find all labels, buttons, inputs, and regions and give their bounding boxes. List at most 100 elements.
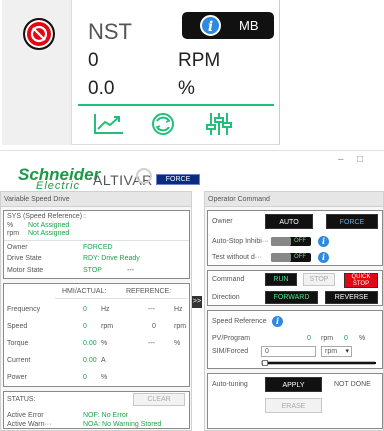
command-label: Command <box>212 276 245 283</box>
speed-slider[interactable] <box>261 360 376 366</box>
current-label: Current <box>7 357 31 364</box>
sys-value-pct: Not Assigned <box>28 222 70 229</box>
frequency-label: Frequency <box>7 306 41 313</box>
power-label: Power <box>7 374 27 381</box>
frequency-unit: Hz <box>101 306 110 313</box>
active-error-value: NOF: No Error <box>83 412 129 419</box>
hmi-header: HMI/ACTUAL: <box>62 288 107 295</box>
emergency-stop-button[interactable] <box>23 18 55 50</box>
chevron-down-icon: ▾ <box>345 348 349 355</box>
clear-button[interactable]: CLEAR <box>133 393 185 406</box>
divider <box>55 298 187 299</box>
power-icon <box>136 168 152 184</box>
settings-sliders-icon[interactable] <box>202 110 236 138</box>
owner-label: Owner <box>7 244 28 251</box>
stop-button[interactable]: STOP <box>303 273 335 286</box>
sim-forced-label: SIM/Forced <box>212 348 249 355</box>
torque-value: 0.00 <box>83 340 97 347</box>
load-unit: % <box>178 78 195 99</box>
auto-button[interactable]: AUTO <box>265 214 313 229</box>
frequency-ref: --- <box>148 306 155 313</box>
active-warning-value: NOA: No Warning Stored <box>83 421 162 428</box>
vsd-section-title: Variable Speed Drive <box>1 192 191 207</box>
frequency-ref-unit: Hz <box>174 306 183 313</box>
autotuning-status: NOT DONE <box>334 381 371 388</box>
widget-title: NST <box>88 19 132 44</box>
sys-title: SYS (Speed Reference) : <box>7 213 86 220</box>
speed-unit: RPM <box>178 50 221 71</box>
auto-stop-label: Auto-Stop Inhibi··· <box>212 238 269 245</box>
forward-button[interactable]: FORWARD <box>265 291 318 304</box>
sim-unit-value: rpm <box>325 348 338 355</box>
erase-button[interactable]: ERASE <box>265 398 322 413</box>
power-unit: % <box>101 374 108 381</box>
drive-state-value: RDY: Drive Ready <box>83 255 140 262</box>
slider-thumb[interactable] <box>262 360 268 366</box>
info-icon: i <box>200 15 221 36</box>
drive-info-box: SYS (Speed Reference) : % Not Assigned r… <box>3 210 190 279</box>
quick-stop-button[interactable]: QUICK STOP <box>344 273 378 288</box>
toggle-knob <box>271 253 291 262</box>
owner-label: Owner <box>212 218 233 225</box>
command-box: Command RUN STOP QUICK STOP Direction FO… <box>207 270 383 306</box>
apply-button[interactable]: APPLY <box>265 377 322 392</box>
speed-reference-box: Speed Reference i PV/Program 0 rpm 0 % S… <box>207 310 383 369</box>
collapse-panel-button[interactable]: >> <box>192 296 202 308</box>
widget-divider <box>78 104 274 106</box>
force-button[interactable]: FORCE <box>326 214 378 229</box>
ref-header: REFERENCE: <box>126 288 172 295</box>
test-without-label: Test without d··· <box>212 254 262 261</box>
active-error-label: Active Error <box>7 412 44 419</box>
info-icon[interactable]: i <box>272 316 283 327</box>
sys-unit-pct: % <box>7 222 14 229</box>
torque-ref-unit: % <box>174 340 181 347</box>
direction-label: Direction <box>212 294 240 301</box>
operator-section-title: Operator Command <box>205 192 383 207</box>
pv-value: 0 <box>307 335 311 342</box>
info-badge-label: MB <box>239 18 259 33</box>
reverse-button[interactable]: REVERSE <box>325 291 378 304</box>
trend-chart-icon[interactable] <box>92 110 126 136</box>
operator-command-section: Operator Command Owner AUTO FORCE Auto-S… <box>204 191 384 431</box>
maximize-button[interactable]: □ <box>357 154 363 165</box>
pv-percent-unit: % <box>359 335 366 342</box>
current-unit: A <box>101 357 106 364</box>
run-button[interactable]: RUN <box>265 273 297 286</box>
sim-forced-value: 0 <box>265 348 269 355</box>
frequency-value: 0 <box>83 306 87 313</box>
test-without-toggle[interactable]: OFF <box>271 253 311 262</box>
sim-unit-select[interactable]: rpm ▾ <box>321 346 352 357</box>
owner-box: Owner AUTO FORCE Auto-Stop Inhibi··· OFF… <box>207 210 383 266</box>
motor-state-label: Motor State <box>7 267 44 274</box>
pv-program-label: PV/Program <box>212 335 251 342</box>
torque-unit: % <box>101 340 108 347</box>
cycle-icon[interactable] <box>146 110 180 138</box>
speed-ref: 0 <box>152 323 156 330</box>
auto-stop-toggle[interactable]: OFF <box>271 237 311 246</box>
speed-value: 0 <box>88 50 99 71</box>
altivar-panel: – □ Schneider Electric ALTIVAR FORCE Var… <box>0 150 384 431</box>
current-value: 0.00 <box>83 357 97 364</box>
measures-box: HMI/ACTUAL: REFERENCE: Frequency 0 Hz --… <box>3 283 190 387</box>
info-badge[interactable]: i MB <box>182 12 274 39</box>
info-icon[interactable]: i <box>318 236 329 247</box>
stop-sign-icon <box>30 25 48 43</box>
sys-unit-rpm: rpm <box>7 230 20 237</box>
sim-forced-input[interactable]: 0 <box>261 346 316 357</box>
torque-ref: --- <box>148 340 155 347</box>
load-value: 0.0 <box>88 78 115 99</box>
minimize-button[interactable]: – <box>338 154 344 165</box>
force-mode-button[interactable]: FORCE <box>156 174 200 185</box>
toggle-knob <box>271 237 291 246</box>
divider <box>4 240 189 241</box>
speed-ref-unit: rpm <box>174 323 187 330</box>
vsd-section: Variable Speed Drive SYS (Speed Referenc… <box>0 191 192 431</box>
motor-state-value: STOP <box>83 267 102 274</box>
auto-stop-state: OFF <box>294 238 306 244</box>
slider-track-fill <box>268 362 376 364</box>
speed-actual-unit: rpm <box>101 323 114 330</box>
info-icon[interactable]: i <box>318 252 329 263</box>
pv-percent: 0 <box>344 335 348 342</box>
autotuning-box: Auto-tuning APPLY NOT DONE ERASE <box>207 373 383 429</box>
torque-label: Torque <box>7 340 29 347</box>
